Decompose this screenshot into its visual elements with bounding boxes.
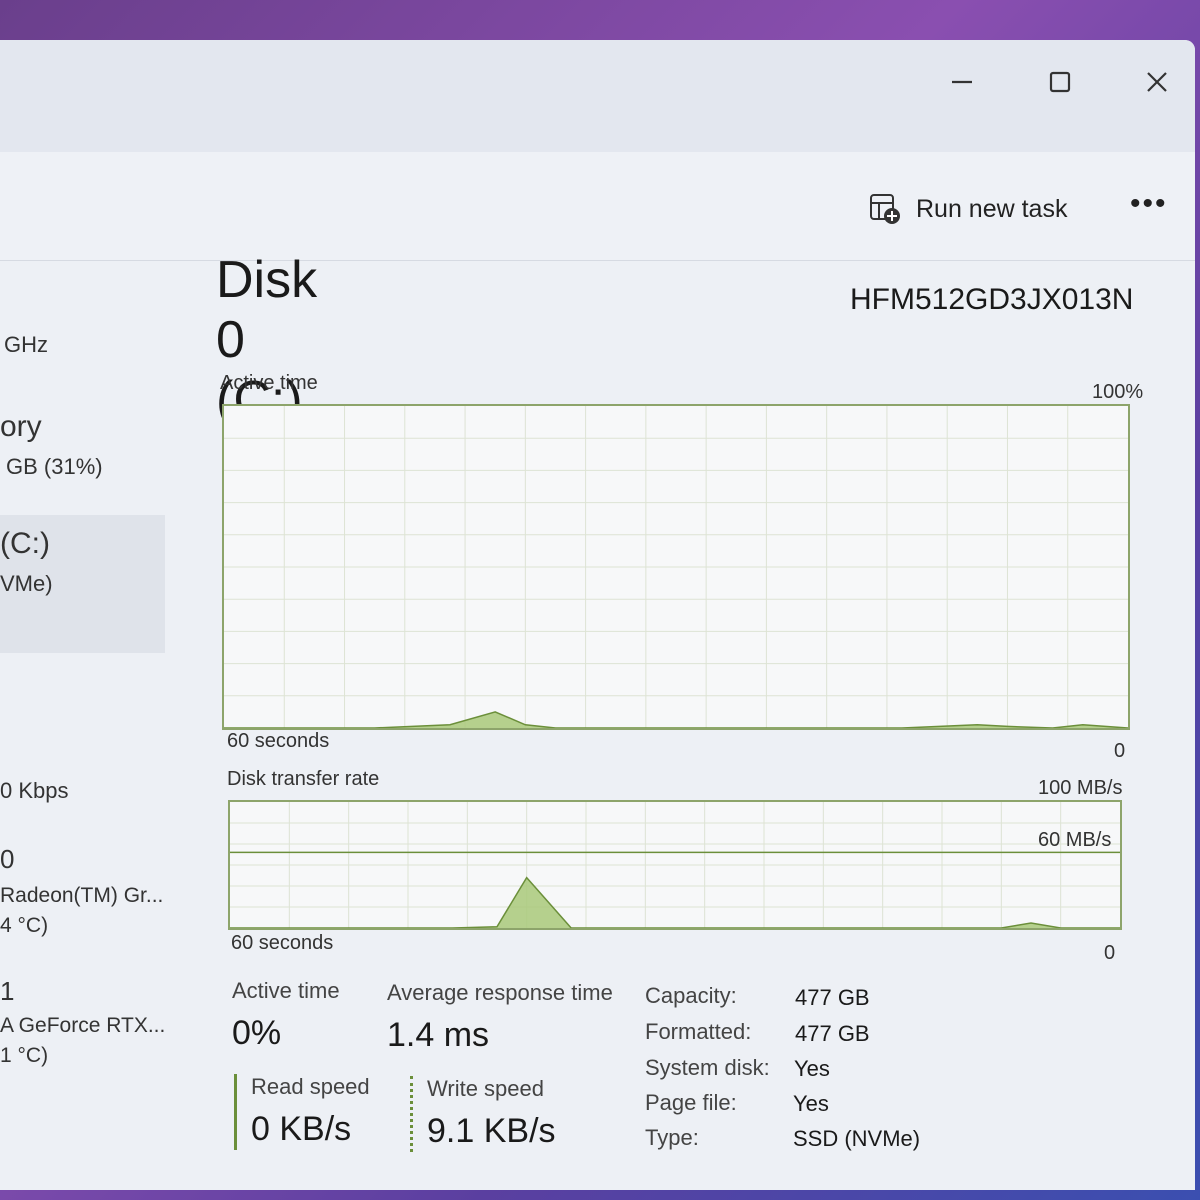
close-icon (1147, 72, 1167, 92)
capacity-value: 477 GB (795, 985, 870, 1010)
sidebar-item-detail: VMe) (0, 571, 53, 596)
close-button[interactable] (1127, 62, 1187, 102)
disk-model: HFM512GD3JX013N (850, 283, 1134, 316)
avg-response-label: Average response time (387, 980, 613, 1005)
minimize-icon (952, 80, 972, 84)
maximize-icon (1049, 71, 1071, 93)
sidebar-item-cpu[interactable]: GHz (0, 320, 165, 380)
transfer-rate-chart-xlabel: 60 seconds (231, 932, 334, 954)
maximize-button[interactable] (1030, 62, 1090, 102)
active-time-chart (222, 404, 1130, 730)
sidebar-item-disk-0[interactable]: (C:) VMe) (0, 515, 165, 653)
active-time-chart-label: Active time (220, 372, 318, 394)
transfer-rate-chart-max: 100 MB/s (1038, 777, 1123, 799)
run-new-task-button[interactable]: Run new task (868, 192, 1067, 226)
sidebar-item-label: 0 (0, 844, 15, 874)
read-speed-value: 0 KB/s (251, 1110, 352, 1148)
sidebar-item-detail: Radeon(TM) Gr... (0, 884, 164, 907)
sidebar-item-detail: GB (31%) (6, 454, 103, 479)
sidebar-item-memory[interactable]: ory GB (31%) (0, 410, 165, 510)
active-time-chart-max: 100% (1092, 381, 1144, 403)
sidebar-item-detail: A GeForce RTX... (0, 1014, 166, 1037)
task-manager-window: Run new task ••• GHz ory GB (31%) (C:) V… (0, 40, 1195, 1190)
active-time-graph (224, 406, 1128, 728)
run-task-icon (870, 194, 900, 224)
sidebar: GHz ory GB (31%) (C:) VMe) 0 Kbps 0 Rade… (0, 260, 170, 1190)
transfer-rate-graph (230, 802, 1120, 928)
system-disk-value: Yes (794, 1056, 830, 1081)
read-speed-label: Read speed (251, 1074, 370, 1099)
write-speed-value: 9.1 KB/s (427, 1112, 556, 1150)
sidebar-item-label: GHz (4, 332, 48, 357)
series-line (224, 711, 1128, 728)
minimize-button[interactable] (932, 62, 992, 102)
write-speed-label: Write speed (427, 1076, 544, 1101)
transfer-rate-chart-mid: 60 MB/s (1038, 829, 1112, 851)
active-time-label: Active time (232, 978, 340, 1003)
sidebar-item-gpu-1[interactable]: 1 A GeForce RTX... 1 °C) (0, 972, 165, 1082)
sidebar-item-temp: 1 °C) (0, 1044, 49, 1067)
sidebar-item-gpu-0[interactable]: 0 Radeon(TM) Gr... 4 °C) (0, 840, 165, 950)
transfer-rate-chart-label: Disk transfer rate (227, 768, 380, 790)
capacity-label: Capacity: (645, 983, 737, 1008)
more-options-button[interactable]: ••• (1130, 189, 1168, 219)
active-time-chart-xlabel: 60 seconds (227, 730, 330, 752)
formatted-label: Formatted: (645, 1019, 752, 1044)
transfer-rate-chart-xmin: 0 (1104, 942, 1116, 964)
read-speed-indicator (234, 1074, 237, 1150)
sidebar-item-label: (C:) (0, 527, 50, 560)
sidebar-item-detail: 0 Kbps (0, 778, 69, 803)
sidebar-item-label: 1 (0, 976, 15, 1006)
write-speed-indicator (410, 1076, 413, 1152)
series-area (230, 877, 1120, 928)
toolbar: Run new task ••• (0, 152, 1195, 261)
sidebar-item-temp: 4 °C) (0, 914, 49, 937)
active-time-value: 0% (232, 1014, 282, 1052)
avg-response-value: 1.4 ms (387, 1016, 490, 1054)
series-line (230, 876, 1120, 928)
formatted-value: 477 GB (795, 1021, 870, 1046)
system-disk-label: System disk: (645, 1055, 770, 1080)
active-time-chart-xmin: 0 (1114, 740, 1126, 762)
page-file-value: Yes (793, 1091, 829, 1116)
page-title: Disk 0 (C:) (216, 251, 318, 429)
run-new-task-label: Run new task (916, 194, 1068, 223)
sidebar-item-network[interactable]: 0 Kbps (0, 760, 165, 830)
transfer-rate-chart (228, 800, 1122, 930)
sidebar-item-label: ory (0, 410, 42, 443)
page-file-label: Page file: (645, 1090, 737, 1115)
title-bar (0, 40, 1195, 152)
type-value: SSD (NVMe) (793, 1126, 921, 1151)
type-label: Type: (645, 1125, 699, 1150)
